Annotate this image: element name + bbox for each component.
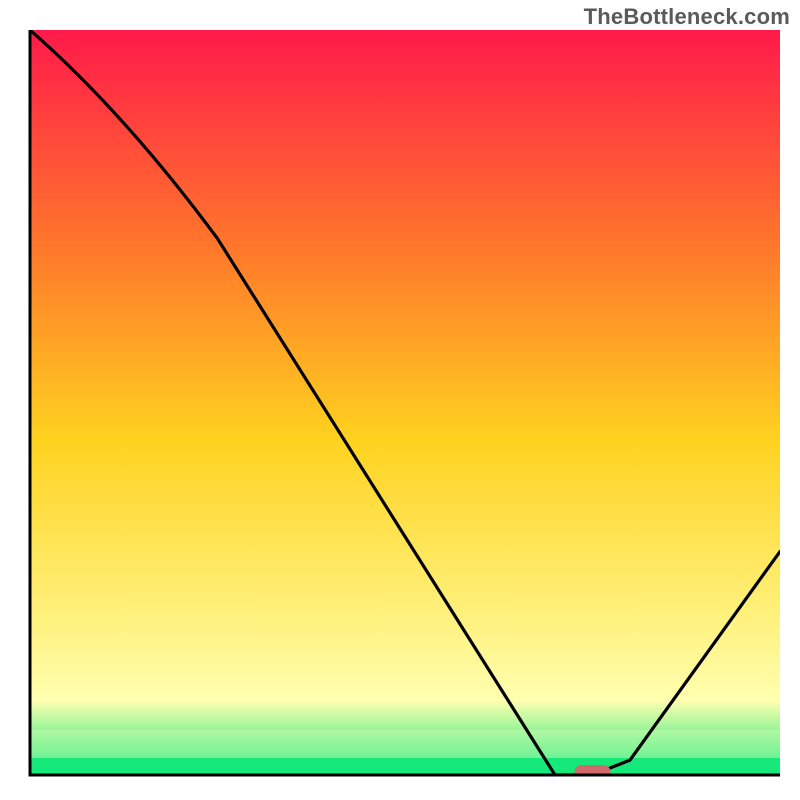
chart-svg bbox=[0, 0, 800, 800]
chart-stage: TheBottleneck.com bbox=[0, 0, 800, 800]
green-band bbox=[30, 758, 780, 775]
pre-green-band bbox=[30, 730, 780, 758]
plot-background bbox=[30, 30, 780, 775]
watermark-text: TheBottleneck.com bbox=[584, 4, 790, 30]
optimal-marker bbox=[575, 765, 611, 779]
